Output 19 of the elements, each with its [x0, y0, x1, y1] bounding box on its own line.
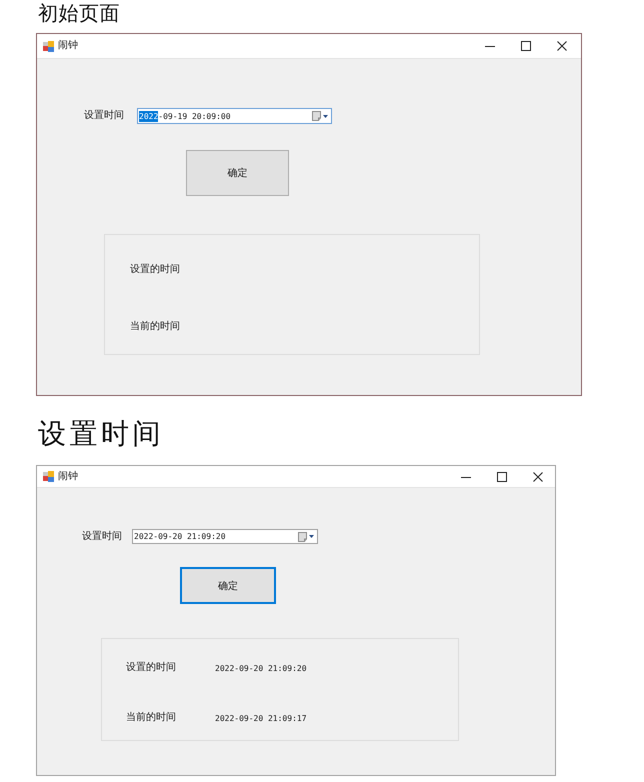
date-field[interactable]: 2022-09-19 20:09:00: [137, 108, 332, 124]
close-icon[interactable]: [557, 41, 567, 51]
time-value: 2022-09-20 21:09:17: [215, 712, 307, 724]
time-value: 2022-09-20 21:09:20: [215, 662, 307, 674]
time-label: 设置的时间: [126, 662, 177, 674]
section-heading: 设置时间: [38, 416, 164, 452]
tiles-icon: [43, 471, 54, 482]
time-label: 设置的时间: [130, 264, 181, 276]
tiles-icon: [43, 40, 54, 52]
field-label: 设置时间: [82, 530, 122, 542]
confirm-button[interactable]: 确定: [186, 150, 289, 196]
window-title: 闹钟: [58, 470, 78, 482]
time-label: 当前的时间: [130, 321, 181, 333]
maximize-icon[interactable]: [521, 41, 531, 51]
time-label: 当前的时间: [126, 712, 177, 724]
caret-icon[interactable]: [323, 114, 328, 118]
section-heading: 初始页面: [38, 0, 120, 26]
field-label: 设置时间: [84, 110, 124, 122]
window-title: 闹钟: [58, 40, 78, 52]
